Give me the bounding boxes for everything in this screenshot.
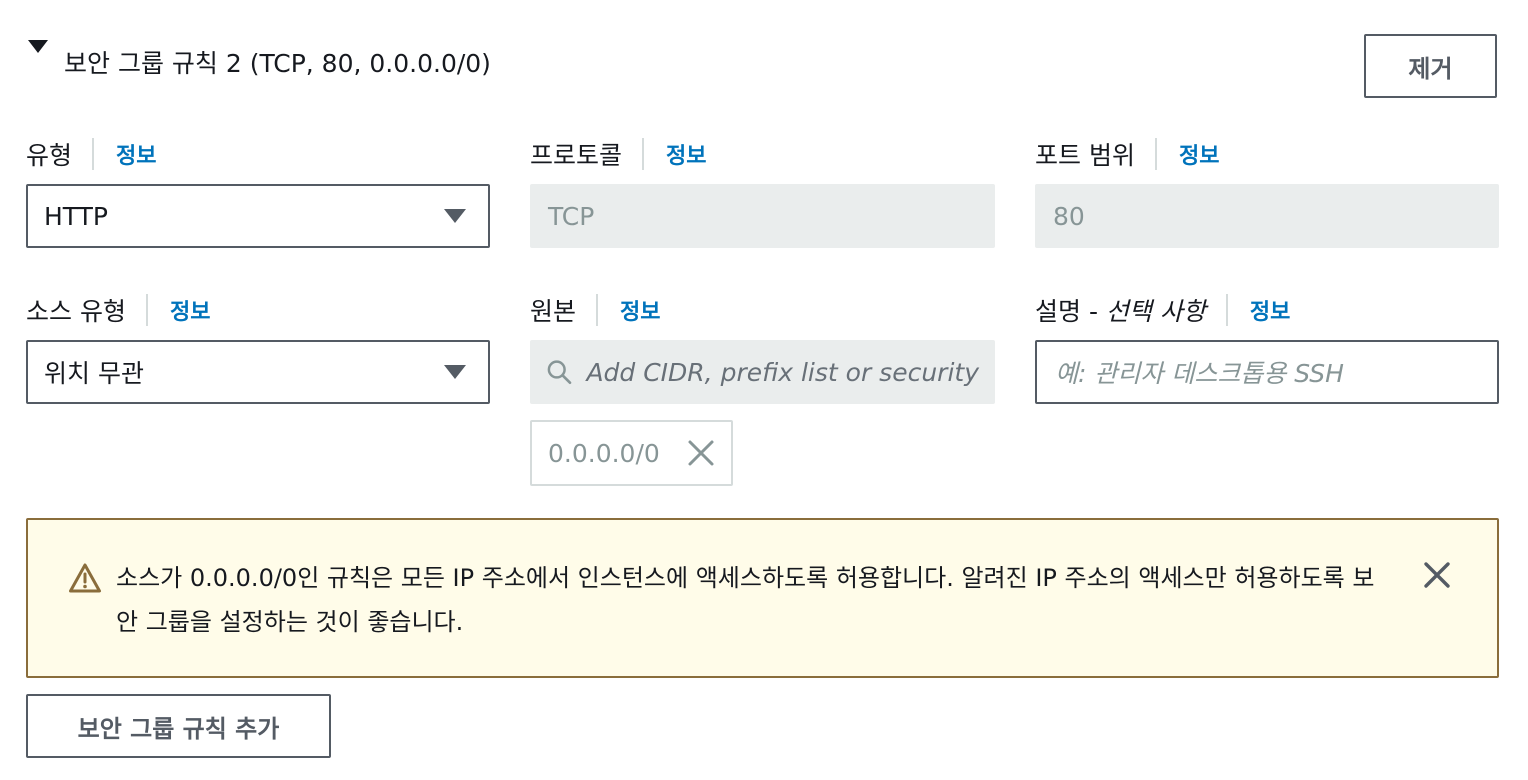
type-select[interactable]: HTTP bbox=[26, 184, 490, 248]
description-input[interactable]: 예: 관리자 데스크톱용 SSH bbox=[1035, 340, 1499, 404]
port-range-label: 포트 범위 bbox=[1035, 141, 1135, 170]
label-divider bbox=[1225, 294, 1228, 326]
type-label: 유형 bbox=[26, 141, 73, 170]
source-search-placeholder: Add CIDR, prefix list or security bbox=[586, 357, 979, 387]
protocol-field: TCP bbox=[530, 184, 995, 248]
label-divider bbox=[92, 138, 95, 170]
protocol-info-link[interactable]: 정보 bbox=[666, 138, 706, 170]
warning-alert: 소스가 0.0.0.0/0인 규칙은 모든 IP 주소에서 인스턴스에 액세스하… bbox=[26, 518, 1499, 678]
description-label-group: 설명 - 선택 사항 정보 bbox=[1035, 292, 1290, 328]
remove-token-icon[interactable] bbox=[687, 439, 715, 467]
source-token: 0.0.0.0/0 bbox=[530, 420, 733, 486]
port-range-label-group: 포트 범위 정보 bbox=[1035, 136, 1219, 172]
type-select-value: HTTP bbox=[44, 201, 108, 231]
protocol-label: 프로토콜 bbox=[530, 141, 623, 170]
caret-down-icon bbox=[444, 365, 466, 379]
source-info-link[interactable]: 정보 bbox=[620, 294, 660, 326]
label-divider bbox=[642, 138, 645, 170]
description-placeholder: 예: 관리자 데스크톱용 SSH bbox=[1055, 359, 1344, 388]
label-divider bbox=[1154, 138, 1157, 170]
source-token-value: 0.0.0.0/0 bbox=[548, 438, 660, 468]
caret-down-icon bbox=[444, 209, 466, 223]
warning-icon bbox=[69, 563, 101, 593]
source-search-input[interactable]: Add CIDR, prefix list or security bbox=[530, 340, 995, 404]
port-range-info-link[interactable]: 정보 bbox=[1179, 138, 1219, 170]
source-type-info-link[interactable]: 정보 bbox=[170, 294, 210, 326]
type-label-group: 유형 정보 bbox=[26, 136, 157, 172]
type-info-link[interactable]: 정보 bbox=[116, 138, 156, 170]
protocol-label-group: 프로토콜 정보 bbox=[530, 136, 707, 172]
label-divider bbox=[596, 294, 599, 326]
source-type-select-value: 위치 무관 bbox=[44, 359, 144, 388]
dismiss-alert-icon[interactable] bbox=[1422, 560, 1452, 590]
port-range-field: 80 bbox=[1035, 184, 1499, 248]
search-icon bbox=[547, 360, 572, 385]
source-type-select[interactable]: 위치 무관 bbox=[26, 340, 490, 404]
label-divider bbox=[145, 294, 148, 326]
remove-rule-button[interactable]: 제거 bbox=[1364, 34, 1497, 98]
collapse-caret-icon[interactable] bbox=[28, 40, 48, 53]
alert-message: 소스가 0.0.0.0/0인 규칙은 모든 IP 주소에서 인스턴스에 액세스하… bbox=[116, 564, 1375, 636]
description-info-link[interactable]: 정보 bbox=[1250, 294, 1290, 326]
source-type-label-group: 소스 유형 정보 bbox=[26, 292, 210, 328]
source-label-group: 원본 정보 bbox=[530, 292, 661, 328]
source-label: 원본 bbox=[530, 297, 577, 326]
rule-title: 보안 그룹 규칙 2 (TCP, 80, 0.0.0.0/0) bbox=[64, 49, 491, 78]
source-type-label: 소스 유형 bbox=[26, 297, 126, 326]
add-security-group-rule-button[interactable]: 보안 그룹 규칙 추가 bbox=[26, 694, 331, 758]
description-optional-label: 선택 사항 bbox=[1105, 297, 1206, 326]
description-label: 설명 - 선택 사항 bbox=[1035, 297, 1206, 326]
